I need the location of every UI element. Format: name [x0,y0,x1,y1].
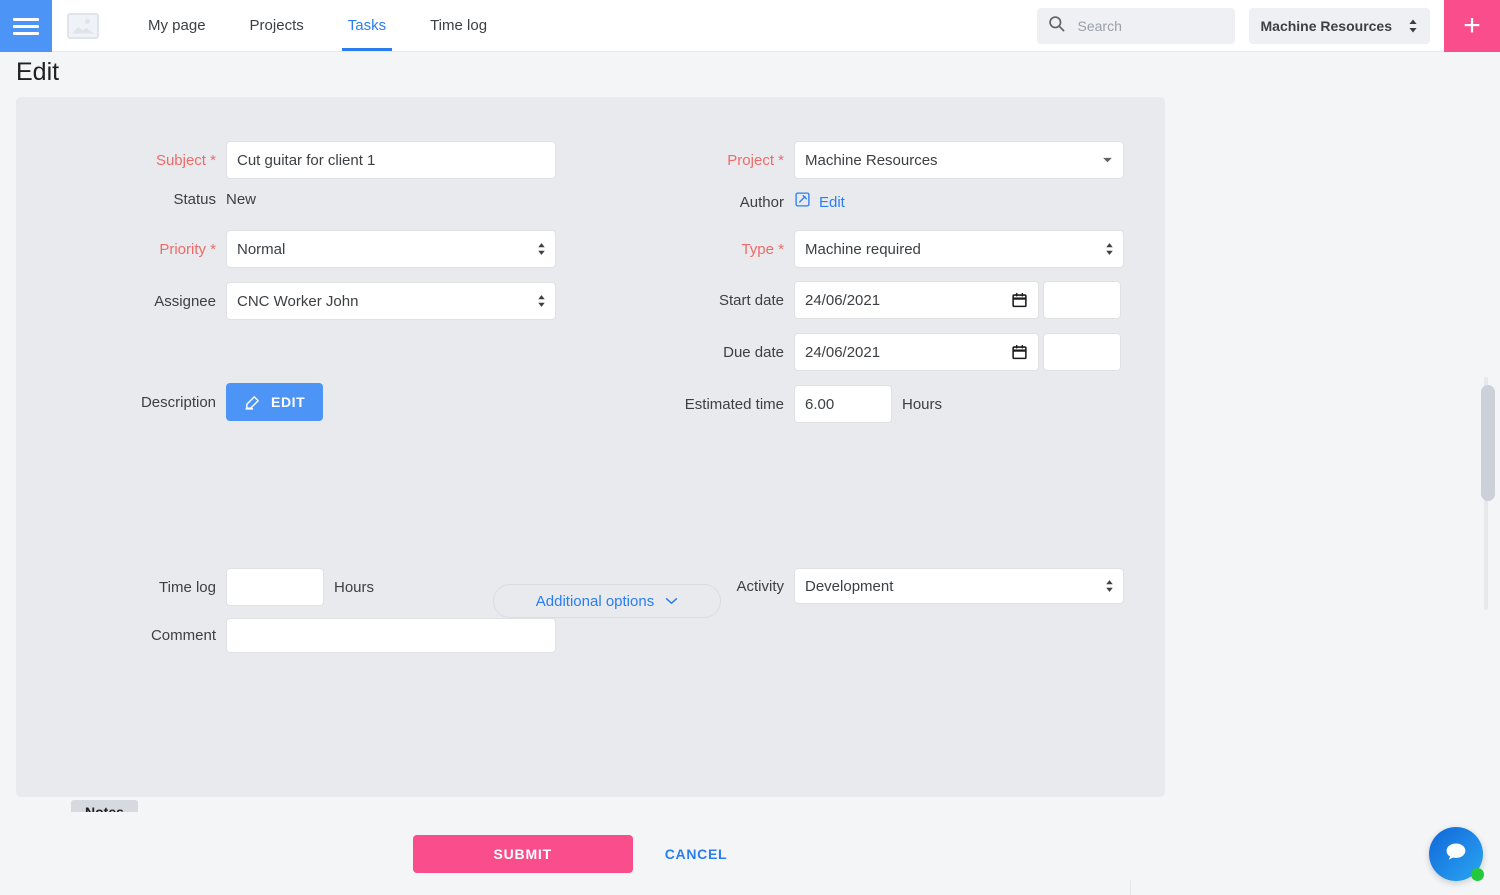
assignee-label: Assignee [154,292,216,310]
type-label: Type * [741,240,784,258]
activity-label: Activity [736,577,784,595]
time-log-label: Time log [159,578,216,596]
up-down-arrows-icon [537,294,546,309]
up-down-arrows-icon [1105,242,1114,257]
plus-icon: + [1463,9,1481,42]
page-title: Edit [16,58,60,86]
nav-item-my-page[interactable]: My page [126,0,228,51]
due-date-group: 24/06/2021 [794,333,1124,371]
status-label: Status [173,191,216,208]
chat-online-status-indicator [1471,868,1484,881]
subject-label: Subject * [155,151,216,169]
field-type: Type * Machine required [564,230,1124,268]
estimated-time-input[interactable] [794,385,892,423]
start-time-input[interactable] [1043,281,1121,319]
nav-item-projects[interactable]: Projects [228,0,326,51]
field-subject: Subject * [16,141,556,179]
search-icon [1047,14,1066,38]
search-box[interactable] [1036,8,1235,44]
time-log-input[interactable] [226,568,324,606]
cancel-button[interactable]: CANCEL [659,845,734,863]
subject-input[interactable] [226,141,556,179]
priority-value: Normal [237,240,286,258]
project-label: Project * [727,151,784,169]
nav-item-time-log[interactable]: Time log [408,0,509,51]
due-date-label: Due date [723,343,784,361]
due-time-input[interactable] [1043,333,1121,371]
due-date-input[interactable]: 24/06/2021 [794,333,1039,371]
field-author: Author Edit [564,191,1124,213]
chevron-down-icon [1102,157,1113,164]
comment-label: Comment [150,627,216,644]
form-action-bar: SUBMIT CANCEL [16,812,1130,895]
due-date-value: 24/06/2021 [805,343,881,361]
priority-select[interactable]: Normal [226,230,556,268]
author-label: Author [739,193,784,211]
start-date-group: 24/06/2021 [794,281,1124,319]
author-edit-link-label: Edit [819,193,845,211]
field-estimated-time: Estimated time Hours [564,385,1124,423]
up-down-arrows-icon [537,242,546,257]
submit-button[interactable]: SUBMIT [412,834,633,873]
pencil-square-icon [244,394,261,411]
assignee-value: CNC Worker John [237,292,359,310]
chat-bubble-icon [1442,838,1470,871]
field-project: Project * Machine Resources [564,141,1124,179]
edit-task-form-card: Subject * Status New Priority * Normal [16,97,1165,895]
status-value: New [226,191,257,208]
nav-item-tasks[interactable]: Tasks [326,0,408,51]
field-due-date: Due date 24/06/2021 [564,333,1124,371]
app-root: My page Projects Tasks Time log Machine … [0,0,1500,895]
start-date-value: 24/06/2021 [805,291,881,309]
pencil-square-icon [794,191,811,213]
field-status: Status New [16,191,556,208]
up-down-arrows-icon [1408,18,1418,34]
up-down-arrows-icon [1105,579,1114,594]
field-comment: Comment [16,618,556,653]
field-priority: Priority * Normal [16,230,556,268]
hamburger-icon [13,14,39,39]
time-log-unit: Hours [334,578,375,596]
estimated-time-label: Estimated time [684,395,784,413]
top-navigation-bar: My page Projects Tasks Time log Machine … [0,0,1500,52]
project-select[interactable]: Machine Resources [794,141,1124,179]
calendar-icon[interactable] [1011,292,1028,309]
broken-image-icon [67,12,99,39]
project-switcher[interactable]: Machine Resources [1248,8,1430,44]
project-switcher-label: Machine Resources [1260,18,1393,34]
activity-select[interactable]: Development [794,568,1124,604]
priority-label: Priority * [159,240,216,258]
start-date-input[interactable]: 24/06/2021 [794,281,1039,319]
field-assignee: Assignee CNC Worker John [16,282,556,320]
estimated-time-unit: Hours [902,395,943,413]
page-scrollbar-thumb[interactable] [1481,385,1495,501]
field-start-date: Start date 24/06/2021 [564,281,1124,319]
main-nav: My page Projects Tasks Time log [126,0,509,51]
description-edit-button[interactable]: EDIT [226,383,324,421]
type-value: Machine required [805,240,921,258]
field-activity: Activity Development [564,568,1124,604]
field-description: Description EDIT [16,383,556,421]
field-time-log: Time log Hours [16,568,556,606]
comment-input[interactable] [226,618,556,653]
logo-slot [52,0,114,51]
description-edit-button-label: EDIT [271,394,306,410]
search-input[interactable] [1075,17,1216,35]
project-value: Machine Resources [805,151,938,169]
type-select[interactable]: Machine required [794,230,1124,268]
calendar-icon[interactable] [1011,344,1028,361]
topbar-right-group: Machine Resources + [1036,0,1500,52]
start-date-label: Start date [718,291,784,309]
author-edit-link[interactable]: Edit [794,191,1124,213]
activity-value: Development [805,577,894,595]
add-button[interactable]: + [1444,0,1500,52]
description-label: Description [140,393,216,411]
assignee-select[interactable]: CNC Worker John [226,282,556,320]
hamburger-menu-button[interactable] [0,0,52,52]
